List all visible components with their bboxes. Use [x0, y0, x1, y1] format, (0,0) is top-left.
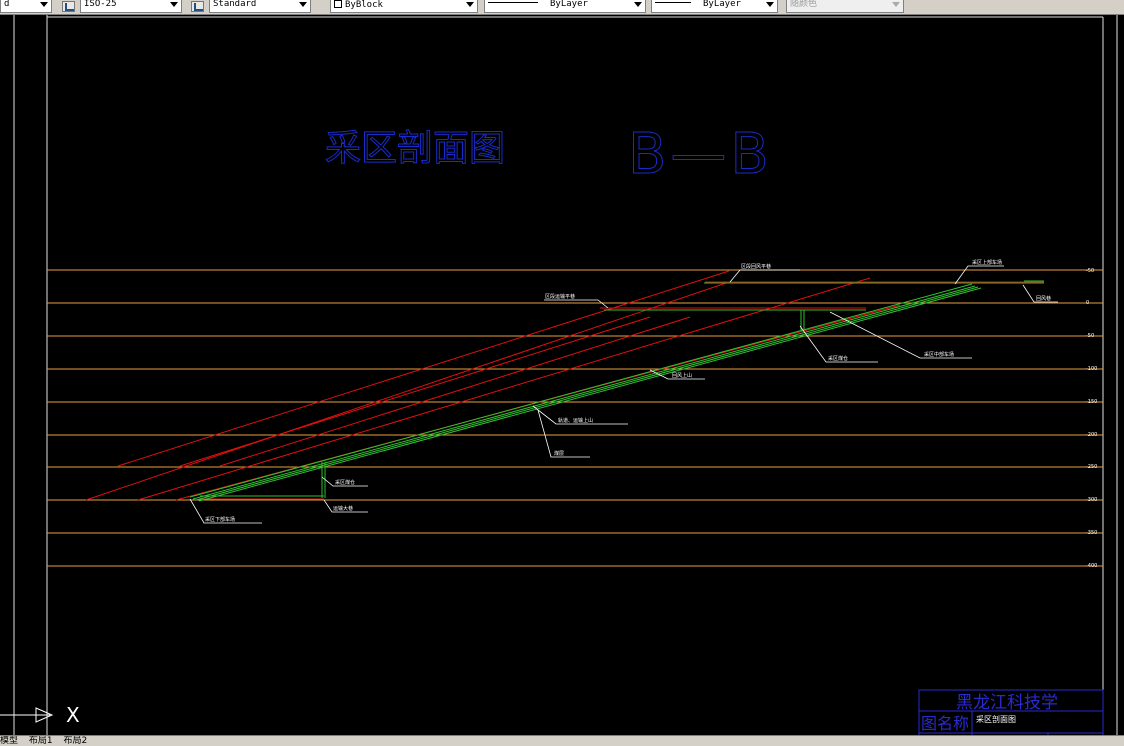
plotstyle-dropdown[interactable]: 随颜色 — [786, 0, 904, 13]
label-transport-roadway: 运输大巷 — [333, 505, 353, 512]
leader — [954, 265, 1004, 285]
label-district-return-roadway: 区段回风平巷 — [741, 263, 771, 270]
label-bunker-lower: 采区煤仓 — [335, 479, 355, 486]
label-district-transport-roadway: 区段运输平巷 — [545, 293, 575, 300]
level-label: -350 — [1086, 530, 1097, 536]
linetype-preview — [488, 2, 538, 3]
level-label: 0 — [1086, 300, 1089, 306]
label-coal-bunker: 采区煤仓 — [828, 355, 848, 362]
label-return-roadway: 回风巷 — [1036, 296, 1051, 302]
label-upper-yard: 采区上部车场 — [972, 259, 1002, 266]
chevron-down-icon — [40, 2, 48, 7]
leader — [544, 299, 609, 309]
lineweight-value: ByLayer — [703, 0, 741, 9]
label-coal-seam: 煤层 — [554, 450, 564, 457]
color-dropdown[interactable]: ByBlock — [330, 0, 478, 13]
title-block: 黑龙江科技学 图名称 采区剖面图 — [918, 689, 1104, 741]
title-block-name-label: 图名称 — [921, 714, 969, 733]
dimstyle-dropdown[interactable]: ISO-25 — [80, 0, 182, 13]
layout-tabs: 模型 布局1 布局2 — [0, 735, 1124, 746]
lineweight-preview — [655, 2, 691, 3]
label-lower-yard: 采区下部车场 — [205, 516, 235, 523]
chevron-down-icon — [170, 2, 178, 7]
uphill-line — [198, 287, 982, 502]
color-value: ByBlock — [345, 0, 383, 10]
color-swatch — [334, 0, 342, 8]
elevation-labels: -50 0 -50 -100 -150 -200 -250 -300 -350 … — [1086, 268, 1097, 569]
textstyle-dropdown[interactable]: Standard — [209, 0, 311, 13]
label-mid-yard: 采区中部车场 — [924, 351, 954, 358]
level-label: -300 — [1086, 497, 1097, 503]
plotstyle-value: 随颜色 — [790, 0, 818, 9]
chevron-down-icon — [299, 2, 307, 7]
lineweight-dropdown[interactable]: ByLayer — [651, 0, 778, 13]
level-label: -50 — [1086, 268, 1094, 274]
textstyle-value: Standard — [213, 0, 257, 9]
linetype-value: ByLayer — [550, 0, 588, 9]
drawing-canvas[interactable]: 采区剖面图 B—B -50 0 -50 -100 -150 -200 -250 … — [0, 15, 1124, 741]
ucs-x-label: X — [66, 703, 80, 727]
annotation-labels: 区段回风平巷 采区上部车场 区段运输平巷 回风巷 采区中部车场 采区煤仓 回风上… — [205, 259, 1051, 523]
dimstyle-icon[interactable] — [62, 1, 75, 12]
leader — [729, 269, 800, 283]
level-label: -400 — [1086, 563, 1097, 569]
title-block-name-value: 采区剖面图 — [976, 714, 1016, 724]
level-label: -50 — [1086, 333, 1094, 339]
level-label: -250 — [1086, 464, 1097, 470]
uphill-line — [195, 286, 979, 501]
label-return-uphill: 回风上山 — [672, 372, 692, 379]
seam-line — [219, 316, 691, 467]
uphill-group — [189, 280, 1044, 502]
section-label: B—B — [628, 122, 773, 187]
level-label: -150 — [1086, 399, 1097, 405]
dimstyle-value: ISO-25 — [84, 0, 117, 9]
chevron-down-icon — [466, 2, 474, 7]
toolbar-first-dropdown[interactable]: d — [0, 0, 52, 13]
chevron-down-icon — [634, 2, 642, 7]
title-block-school: 黑龙江科技学 — [956, 693, 1058, 713]
chevron-down-icon — [892, 2, 900, 7]
level-label: -100 — [1086, 366, 1097, 372]
linetype-dropdown[interactable]: ByLayer — [484, 0, 646, 13]
properties-toolbar: d ISO-25 Standard ByBlock ByLayer ByLaye… — [0, 0, 1124, 15]
textstyle-icon[interactable] — [191, 1, 204, 12]
drawing-title: 采区剖面图 — [325, 128, 505, 169]
toolbar-first-value: d — [4, 0, 10, 9]
ucs-icon: X — [0, 703, 80, 727]
chevron-down-icon — [766, 2, 774, 7]
level-label: -200 — [1086, 432, 1097, 438]
uphill-line — [189, 283, 973, 498]
seam-lines — [85, 270, 901, 501]
label-transport-uphill: 轨道、运输上山 — [558, 417, 593, 424]
